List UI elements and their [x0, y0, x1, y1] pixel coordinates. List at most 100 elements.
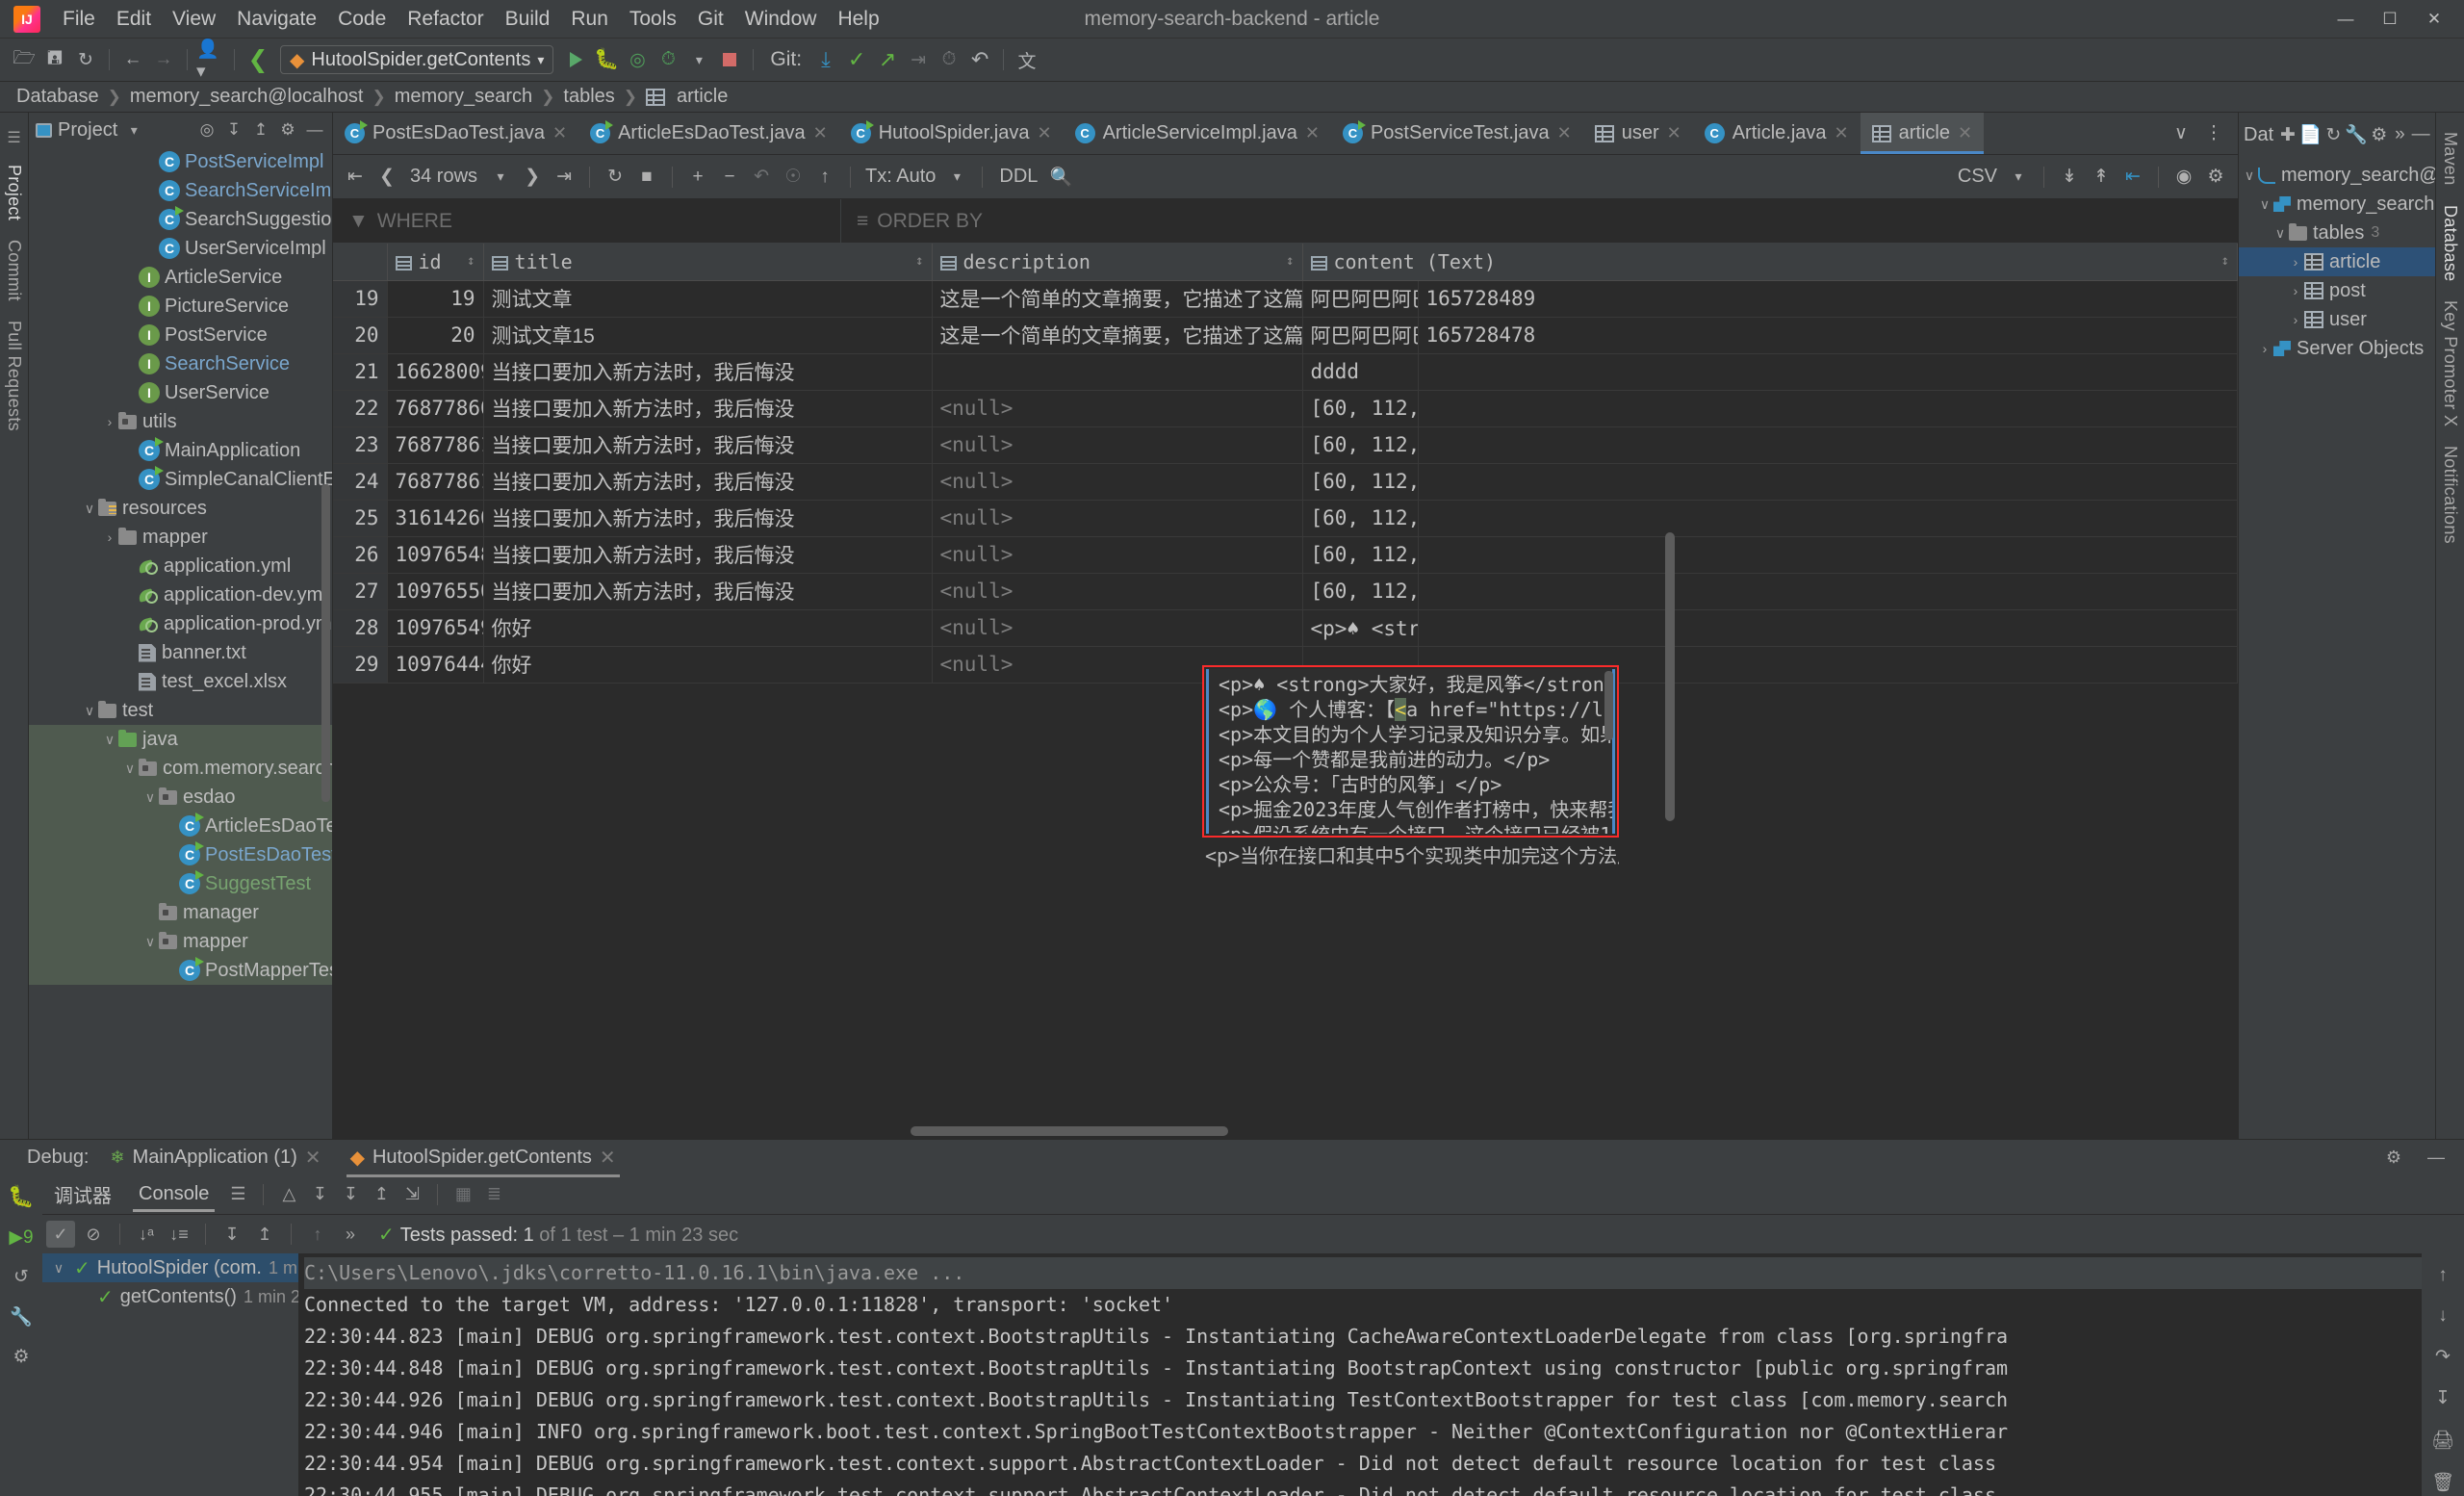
- cell-extra[interactable]: [1418, 573, 2238, 610]
- git-branch-icon[interactable]: ⇥: [904, 45, 933, 74]
- cell-content[interactable]: <p>♠ <strong>大家好，我是风筝</strong></p>↵<p>: [1302, 609, 1419, 647]
- row-number[interactable]: 24: [333, 463, 388, 501]
- more-icon[interactable]: »: [336, 1221, 365, 1248]
- where-filter[interactable]: ▼ WHERE: [333, 199, 840, 243]
- chevron-icon[interactable]: ∨: [50, 1260, 67, 1277]
- chevron-icon[interactable]: ›: [2287, 254, 2304, 270]
- cell-content[interactable]: [60, 112, 62, -16, -97, -115, -124, 32, …: [1302, 390, 1419, 427]
- tree-item[interactable]: banner.txt: [29, 638, 332, 667]
- table-row[interactable]: 27 10976550 当接口要加入新方法时，我后悔没 <null> [60, 112,…: [333, 573, 2238, 610]
- git-rollback-icon[interactable]: ↶: [965, 45, 994, 74]
- cell-id[interactable]: 10976548: [387, 536, 484, 574]
- chevron-icon[interactable]: ›: [101, 529, 118, 545]
- update-project-icon[interactable]: ❮: [244, 45, 272, 74]
- cell-content[interactable]: 阿巴阿巴阿巴阿巴: [1302, 317, 1419, 354]
- run-with-coverage-button[interactable]: ◎: [623, 45, 652, 74]
- evaluate-icon[interactable]: ⚙: [13, 1346, 29, 1368]
- row-number[interactable]: 19: [333, 280, 388, 318]
- scroll-to-end-icon[interactable]: ↧: [2435, 1387, 2451, 1409]
- cell-id[interactable]: 10976550: [387, 573, 484, 610]
- mute-breakpoints-icon[interactable]: 🔧: [10, 1305, 33, 1328]
- show-ignored-icon[interactable]: ⊘: [79, 1221, 108, 1248]
- table-row[interactable]: 26 10976548 当接口要加入新方法时，我后悔没 <null> [60, 112,…: [333, 536, 2238, 574]
- view-options-icon[interactable]: ◉: [2169, 163, 2198, 192]
- row-number[interactable]: 28: [333, 609, 388, 647]
- db-tools-icon[interactable]: 🔧: [2345, 120, 2368, 149]
- cell-description[interactable]: 这是一个简单的文章摘要，它描述了这篇: [932, 317, 1303, 354]
- cell-id[interactable]: 31614260: [387, 500, 484, 537]
- tree-item[interactable]: C SuggestTest: [29, 869, 332, 898]
- transaction-mode-label[interactable]: Tx: Auto: [861, 166, 939, 188]
- sync-icon[interactable]: ↻: [71, 45, 100, 74]
- menu-build[interactable]: Build: [495, 4, 561, 35]
- chevron-icon[interactable]: ∨: [2256, 196, 2273, 213]
- console-output[interactable]: C:\Users\Lenovo\.jdks\corretto-11.0.16.1…: [298, 1253, 2422, 1496]
- row-number[interactable]: 20: [333, 317, 388, 354]
- cell-title[interactable]: 当接口要加入新方法时，我后悔没: [483, 573, 933, 610]
- git-push-icon[interactable]: ↗: [873, 45, 902, 74]
- chevron-icon[interactable]: ∨: [121, 761, 139, 777]
- row-number[interactable]: 21: [333, 353, 388, 391]
- sort-arrow-icon[interactable]: ↕: [2221, 250, 2229, 271]
- cell-id[interactable]: 10976549: [387, 609, 484, 647]
- expand-all-icon[interactable]: ↧: [218, 1221, 246, 1248]
- cell-description[interactable]: [932, 353, 1303, 391]
- cell-extra[interactable]: [1418, 536, 2238, 574]
- cell-id[interactable]: 19: [387, 280, 484, 318]
- tree-item[interactable]: CSimpleCanalClientExample: [29, 465, 332, 494]
- grid-settings-gear-icon[interactable]: ⚙: [2201, 163, 2230, 192]
- revert-selected-icon[interactable]: ☉: [779, 163, 808, 192]
- run-to-cursor-icon[interactable]: ⇲: [398, 1182, 425, 1207]
- copy-icon[interactable]: 📄: [2299, 120, 2323, 149]
- table-row[interactable]: 23 76877861 当接口要加入新方法时，我后悔没 <null> [60, 112,…: [333, 426, 2238, 464]
- rail-item-pull-requests[interactable]: Pull Requests: [4, 311, 24, 441]
- menu-view[interactable]: View: [162, 4, 226, 35]
- chevron-icon[interactable]: ›: [2287, 283, 2304, 298]
- tree-item[interactable]: application.yml: [29, 552, 332, 580]
- cell-id[interactable]: 76877860: [387, 390, 484, 427]
- tree-item[interactable]: I PostService: [29, 321, 332, 349]
- tree-item[interactable]: application-prod.yml: [29, 609, 332, 638]
- hide-panel-icon[interactable]: —: [304, 119, 325, 141]
- debug-session-tab-hutoolspider[interactable]: ◆ HutoolSpider.getContents ✕: [343, 1143, 624, 1177]
- menu-refactor[interactable]: Refactor: [397, 4, 494, 35]
- chevron-icon[interactable]: ∨: [81, 501, 98, 517]
- column-header-title[interactable]: title ↕: [483, 244, 933, 281]
- stop-button[interactable]: [715, 45, 744, 74]
- project-tree-scrollbar[interactable]: [321, 484, 330, 802]
- db-tree-item[interactable]: ∨ memory_search@loc: [2239, 161, 2463, 190]
- cell-content[interactable]: [60, 112, 62, -16, -97, -115, -124, 32, …: [1302, 463, 1419, 501]
- chevron-down-icon[interactable]: ▾: [2004, 163, 2033, 192]
- cell-title[interactable]: 你好: [483, 646, 933, 684]
- tree-item[interactable]: ∨ esdao: [29, 783, 332, 812]
- menu-edit[interactable]: Edit: [106, 4, 162, 35]
- git-history-icon[interactable]: ⏱: [935, 45, 963, 74]
- sort-arrow-icon[interactable]: ↕: [467, 250, 475, 271]
- cell-title[interactable]: 你好: [483, 609, 933, 647]
- close-icon[interactable]: ✕: [2412, 1, 2456, 38]
- cell-title[interactable]: 测试文章: [483, 280, 933, 318]
- editor-tab-articleserviceimpl-java[interactable]: C ArticleServiceImpl.java ✕: [1064, 113, 1331, 154]
- breadcrumb-table[interactable]: article: [672, 85, 732, 109]
- cell-id[interactable]: 10976444: [387, 646, 484, 684]
- cell-title[interactable]: 当接口要加入新方法时，我后悔没: [483, 426, 933, 464]
- tree-item[interactable]: test_excel.xlsx: [29, 667, 332, 696]
- row-number[interactable]: 23: [333, 426, 388, 464]
- scroll-up-icon[interactable]: ↑: [2438, 1265, 2448, 1286]
- tree-item[interactable]: C SearchServiceImpl: [29, 176, 332, 205]
- evaluate-expression-icon[interactable]: ▦: [449, 1182, 476, 1207]
- tree-item[interactable]: C MainApplication: [29, 436, 332, 465]
- cell-title[interactable]: 测试文章15: [483, 317, 933, 354]
- cell-description[interactable]: <null>: [932, 536, 1303, 574]
- chevron-icon[interactable]: ∨: [101, 732, 118, 748]
- layout-icon[interactable]: ☰: [224, 1182, 251, 1207]
- resume-icon[interactable]: ▶9: [9, 1226, 33, 1249]
- tree-item[interactable]: application-dev.yml: [29, 580, 332, 609]
- column-header-description[interactable]: description ↕: [932, 244, 1303, 281]
- menu-git[interactable]: Git: [687, 4, 734, 35]
- row-number[interactable]: 26: [333, 536, 388, 574]
- database-tree[interactable]: ∨ memory_search@loc ∨ memory_search ∨ tables 3…: [2239, 157, 2463, 1139]
- row-count-label[interactable]: 34 rows: [404, 166, 483, 188]
- cell-id[interactable]: 16628009: [387, 353, 484, 391]
- sort-arrow-icon[interactable]: ↕: [915, 250, 923, 271]
